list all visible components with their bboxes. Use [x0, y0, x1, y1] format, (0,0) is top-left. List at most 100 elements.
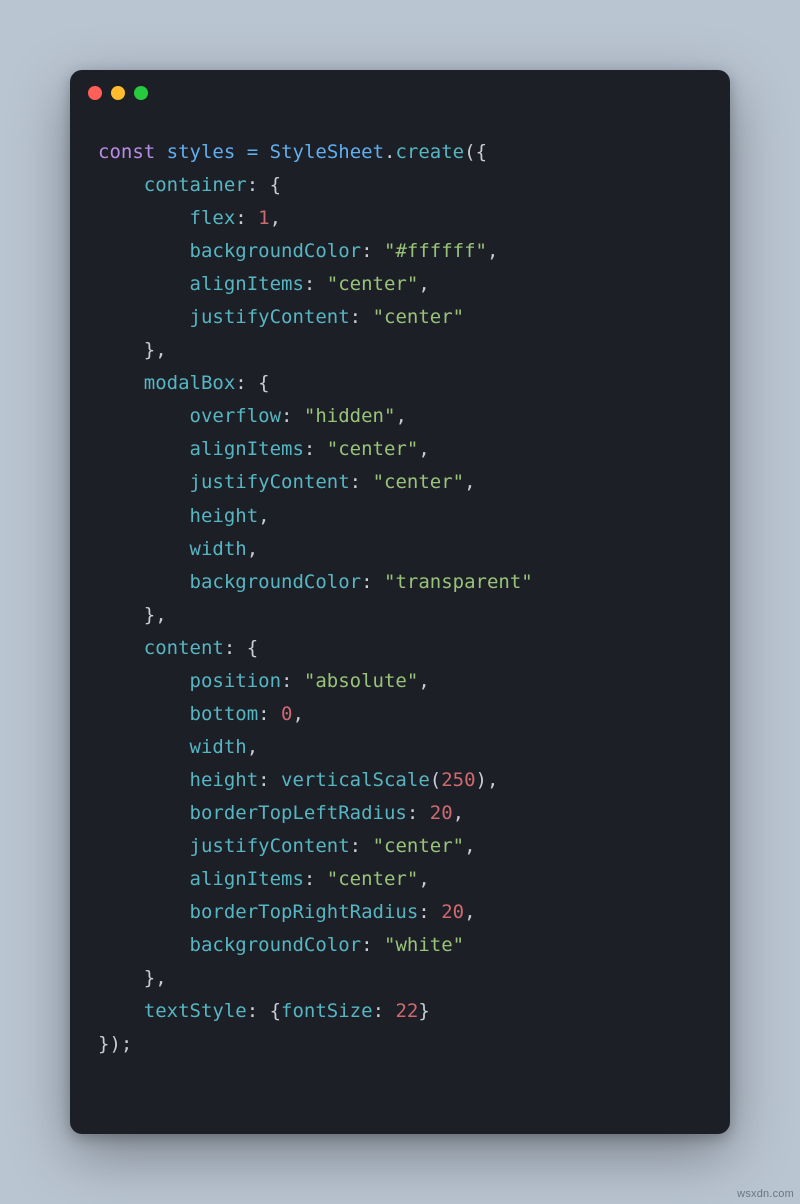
code-token: : { — [224, 637, 258, 659]
minimize-icon[interactable] — [111, 86, 125, 100]
code-token: justifyContent — [190, 306, 350, 328]
code-token — [98, 405, 190, 427]
code-token: backgroundColor — [190, 571, 362, 593]
code-token: ({ — [464, 141, 487, 163]
code-token: : — [304, 438, 327, 460]
code-token: } — [418, 1000, 429, 1022]
code-token: "center" — [327, 273, 419, 295]
code-token: }, — [98, 604, 167, 626]
code-token: "absolute" — [304, 670, 418, 692]
code-token — [98, 1000, 144, 1022]
code-token: height — [190, 505, 259, 527]
code-token — [98, 736, 190, 758]
code-token: , — [464, 901, 475, 923]
code-token: : — [281, 405, 304, 427]
code-token — [98, 438, 190, 460]
code-window: const styles = StyleSheet.create({ conta… — [70, 70, 730, 1134]
code-token — [98, 538, 190, 560]
code-token — [98, 901, 190, 923]
code-token: StyleSheet — [270, 141, 384, 163]
code-token: borderTopRightRadius — [190, 901, 419, 923]
code-token: position — [190, 670, 282, 692]
code-token: "center" — [327, 868, 419, 890]
code-token — [98, 471, 190, 493]
code-token: : — [361, 934, 384, 956]
code-token: . — [384, 141, 395, 163]
code-token: width — [190, 736, 247, 758]
code-token: , — [464, 835, 475, 857]
code-token: 20 — [441, 901, 464, 923]
code-token: backgroundColor — [190, 240, 362, 262]
code-token: , — [418, 438, 429, 460]
code-token: content — [144, 637, 224, 659]
code-token: : { — [247, 174, 281, 196]
code-token: justifyContent — [190, 471, 350, 493]
code-token: 1 — [258, 207, 269, 229]
code-token: : — [407, 802, 430, 824]
maximize-icon[interactable] — [134, 86, 148, 100]
watermark: wsxdn.com — [737, 1188, 794, 1200]
code-token: : — [361, 240, 384, 262]
code-token: : — [304, 868, 327, 890]
code-token: styles — [167, 141, 236, 163]
code-token: : — [373, 1000, 396, 1022]
window-titlebar — [70, 70, 730, 116]
code-token: : — [418, 901, 441, 923]
code-token: , — [258, 505, 269, 527]
code-token: : — [258, 703, 281, 725]
code-token: , — [418, 868, 429, 890]
code-token: 20 — [430, 802, 453, 824]
code-token: ), — [476, 769, 499, 791]
code-token: }, — [98, 967, 167, 989]
code-token: const — [98, 141, 167, 163]
code-token: justifyContent — [190, 835, 350, 857]
code-token: alignItems — [190, 273, 304, 295]
code-token — [98, 670, 190, 692]
code-token: : — [258, 769, 281, 791]
code-token: 0 — [281, 703, 292, 725]
code-token: borderTopLeftRadius — [190, 802, 407, 824]
code-token: : { — [247, 1000, 281, 1022]
code-token — [98, 934, 190, 956]
code-token — [98, 240, 190, 262]
code-token: bottom — [190, 703, 259, 725]
code-token: }); — [98, 1033, 132, 1055]
code-token: ( — [430, 769, 441, 791]
code-token — [98, 868, 190, 890]
code-token: , — [293, 703, 304, 725]
code-token — [98, 273, 190, 295]
code-token: , — [418, 273, 429, 295]
code-token: , — [453, 802, 464, 824]
code-token: alignItems — [190, 868, 304, 890]
code-token: textStyle — [144, 1000, 247, 1022]
code-token — [98, 372, 144, 394]
code-token: : — [350, 835, 373, 857]
code-token: , — [247, 538, 258, 560]
code-token: "center" — [327, 438, 419, 460]
code-token — [98, 571, 190, 593]
code-token: , — [464, 471, 475, 493]
code-token: : { — [235, 372, 269, 394]
code-token — [98, 174, 144, 196]
code-token: "center" — [373, 306, 465, 328]
close-icon[interactable] — [88, 86, 102, 100]
code-token: : — [304, 273, 327, 295]
code-token: verticalScale — [281, 769, 430, 791]
code-token: : — [281, 670, 304, 692]
code-token: , — [270, 207, 281, 229]
code-token — [235, 141, 246, 163]
code-token: , — [487, 240, 498, 262]
code-token: , — [247, 736, 258, 758]
code-token: "center" — [373, 835, 465, 857]
code-token: , — [395, 405, 406, 427]
code-token: fontSize — [281, 1000, 373, 1022]
code-token: : — [361, 571, 384, 593]
code-token: "center" — [373, 471, 465, 493]
code-token — [98, 835, 190, 857]
code-token: "transparent" — [384, 571, 533, 593]
code-token — [98, 207, 190, 229]
code-token: 22 — [395, 1000, 418, 1022]
code-token: }, — [98, 339, 167, 361]
code-token: height — [190, 769, 259, 791]
code-token — [98, 505, 190, 527]
